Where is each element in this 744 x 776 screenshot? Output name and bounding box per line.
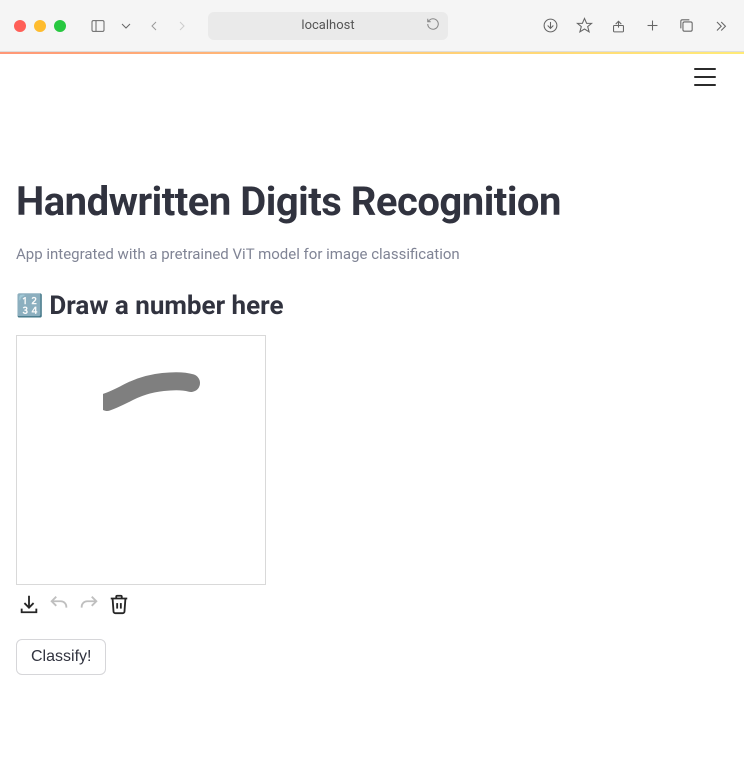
menu-icon[interactable]: [694, 68, 716, 86]
sidebar-toggle-icon[interactable]: [88, 16, 108, 36]
classify-button[interactable]: Classify!: [16, 639, 106, 675]
address-bar[interactable]: localhost: [208, 12, 448, 40]
canvas-toolbar: [16, 591, 728, 617]
browser-toolbar: localhost: [0, 0, 744, 52]
download-icon[interactable]: [16, 591, 42, 617]
url-text: localhost: [301, 18, 354, 33]
trash-icon[interactable]: [106, 591, 132, 617]
close-window-button[interactable]: [14, 20, 26, 32]
browser-right-actions: [540, 16, 730, 36]
page-subtitle: App integrated with a pretrained ViT mod…: [16, 245, 728, 263]
section-heading: 🔢 Draw a number here: [16, 291, 728, 321]
tabs-overview-icon[interactable]: [676, 16, 696, 36]
share-icon[interactable]: [608, 16, 628, 36]
undo-icon[interactable]: [46, 591, 72, 617]
chevron-down-icon[interactable]: [116, 16, 136, 36]
window-controls: [14, 20, 66, 32]
minimize-window-button[interactable]: [34, 20, 46, 32]
favorites-icon[interactable]: [574, 16, 594, 36]
more-icon[interactable]: [710, 16, 730, 36]
numbers-emoji-icon: 🔢: [16, 294, 43, 319]
forward-button: [172, 16, 192, 36]
new-tab-icon[interactable]: [642, 16, 662, 36]
section-heading-text: Draw a number here: [49, 291, 283, 321]
downloads-icon[interactable]: [540, 16, 560, 36]
drawing-canvas[interactable]: [16, 335, 266, 585]
user-stroke: [103, 372, 203, 412]
back-button[interactable]: [144, 16, 164, 36]
main-content: Handwritten Digits Recognition App integ…: [0, 178, 744, 715]
page-title: Handwritten Digits Recognition: [16, 178, 728, 225]
redo-icon[interactable]: [76, 591, 102, 617]
maximize-window-button[interactable]: [54, 20, 66, 32]
page-viewport: Handwritten Digits Recognition App integ…: [0, 54, 744, 776]
reload-icon[interactable]: [426, 17, 440, 35]
app-top-bar: [0, 54, 744, 86]
